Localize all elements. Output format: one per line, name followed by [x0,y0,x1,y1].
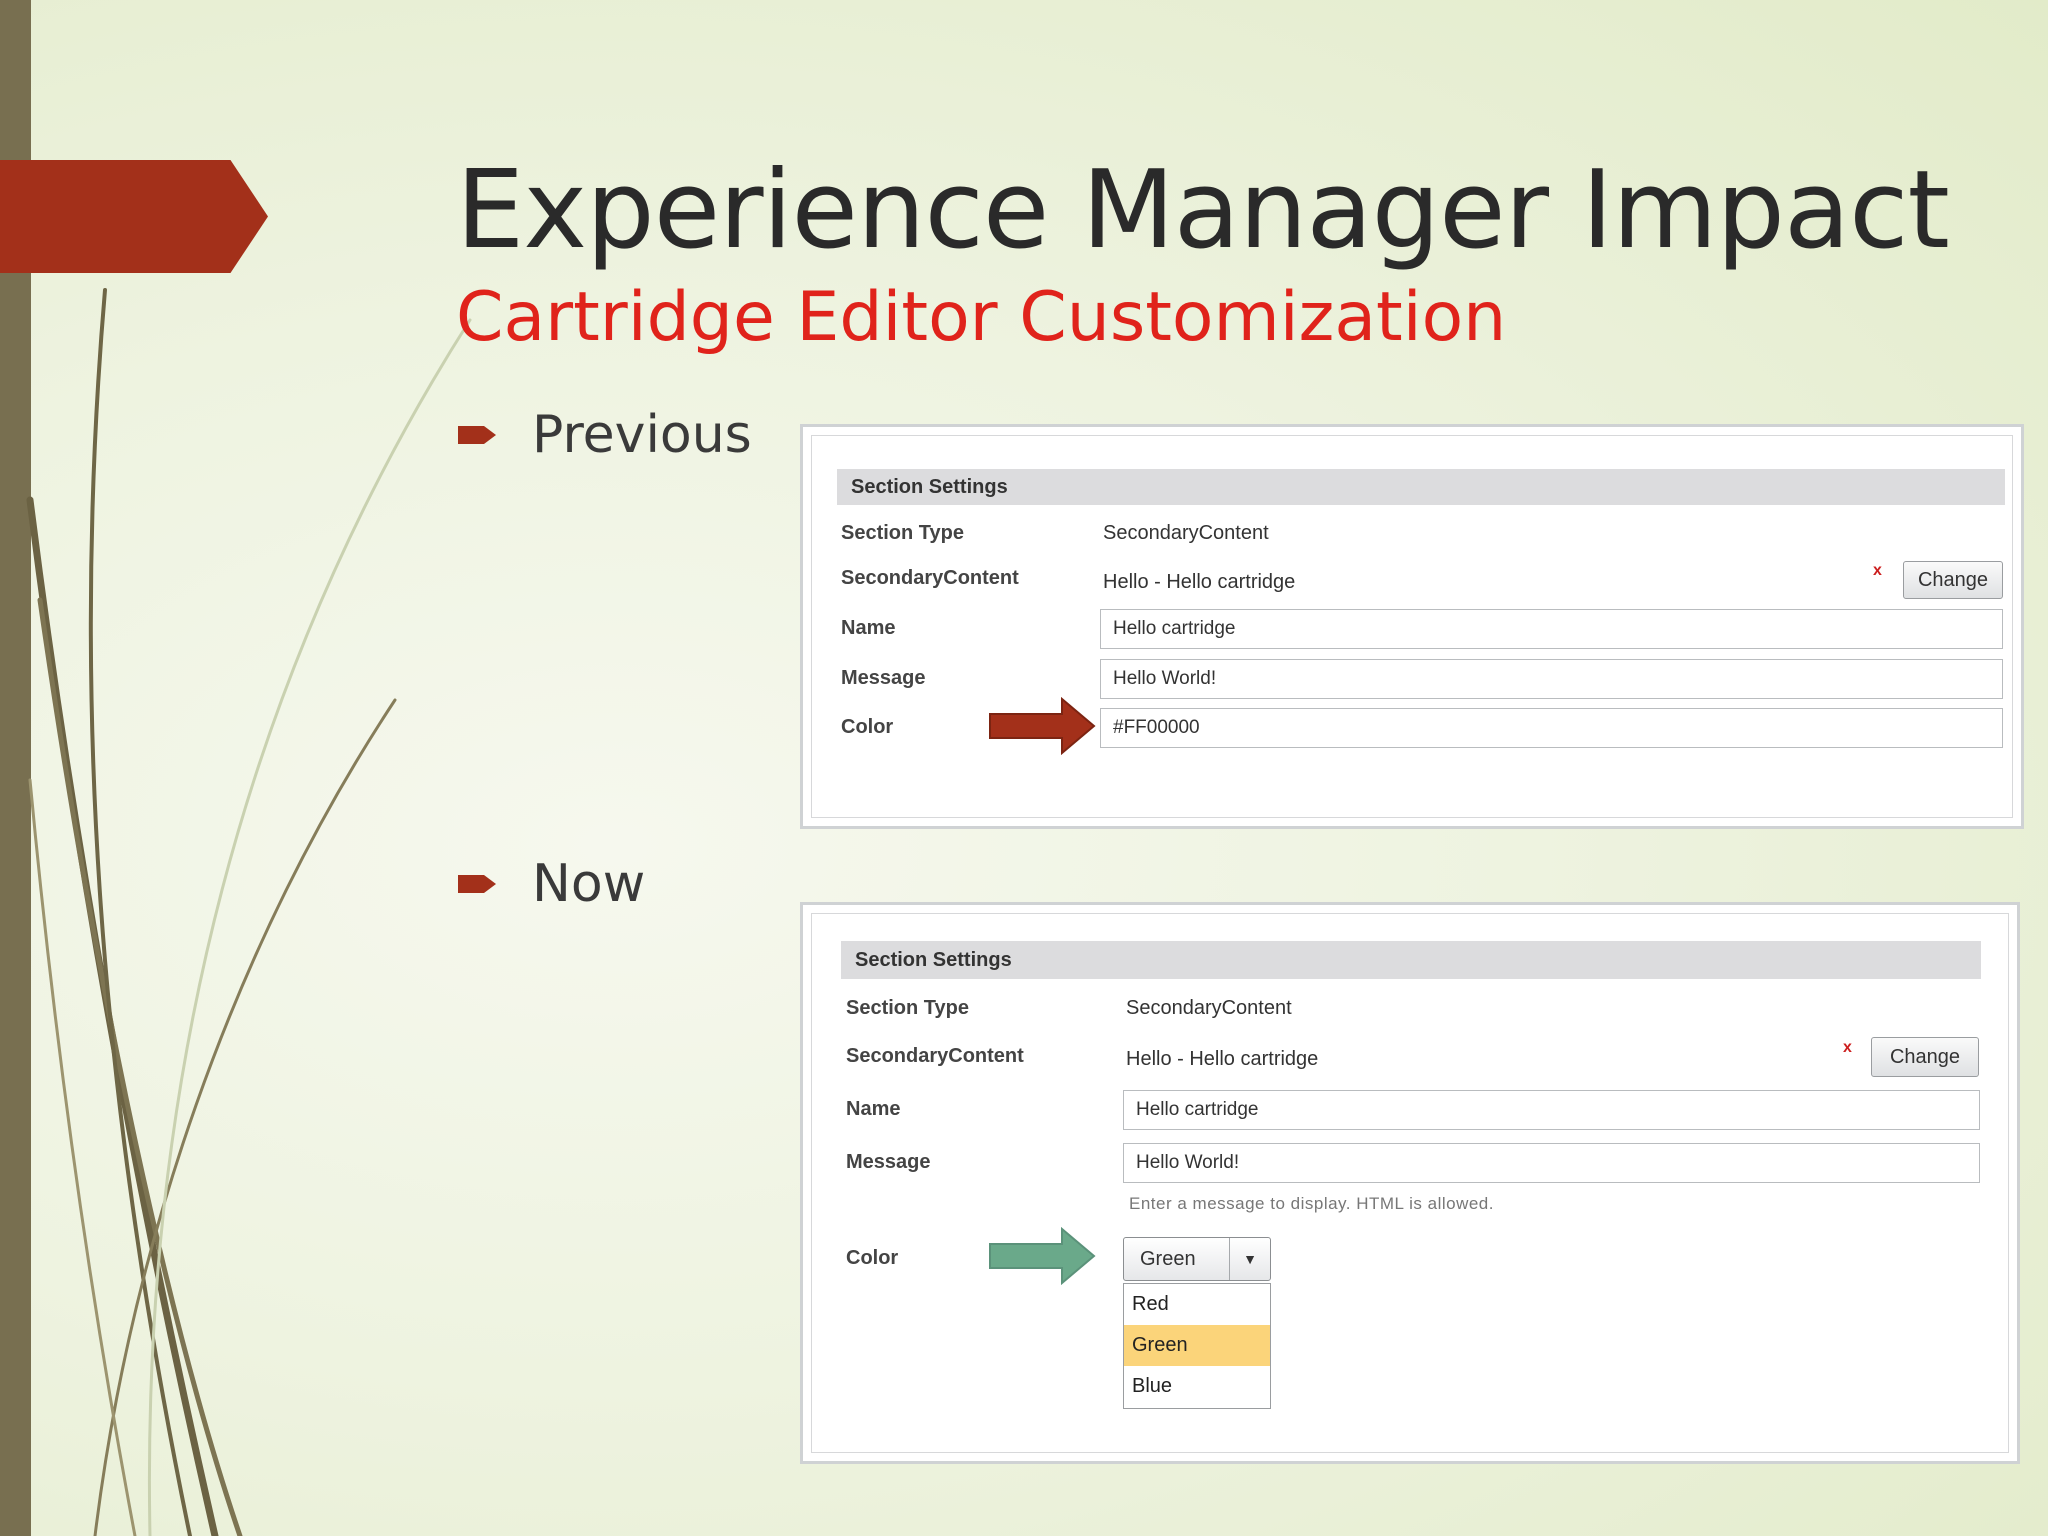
title-pointer-shape [0,160,268,273]
red-callout-arrow-icon [989,697,1096,755]
name-label: Name [841,617,896,639]
name-field[interactable]: Hello cartridge [1123,1090,1980,1130]
message-field[interactable]: Hello World! [1100,659,2003,699]
bullet-previous: Previous [458,405,752,465]
section-type-label: Section Type [846,997,969,1019]
color-dropdown[interactable]: Green ▼ [1123,1237,1271,1281]
secondary-content-label: SecondaryContent [841,567,1019,589]
secondary-content-value: Hello - Hello cartridge [1103,571,1296,593]
option-green[interactable]: Green [1124,1325,1270,1366]
name-label: Name [846,1098,901,1120]
color-text-field[interactable]: #FF00000 [1100,708,2003,748]
remove-icon[interactable]: x [1843,1039,1852,1057]
change-button[interactable]: Change [1903,561,2003,599]
change-button[interactable]: Change [1871,1037,1979,1077]
bullet-arrow-icon [458,426,496,444]
color-label: Color [841,716,894,738]
name-field[interactable]: Hello cartridge [1100,609,2003,649]
secondary-content-value: Hello - Hello cartridge [1126,1048,1319,1070]
section-type-label: Section Type [841,522,964,544]
dropdown-selected-value: Green [1140,1247,1196,1270]
option-red[interactable]: Red [1124,1284,1270,1325]
panel-border [811,913,2009,1453]
bullet-arrow-icon [458,875,496,893]
section-settings-header: Section Settings [841,941,1981,979]
green-callout-arrow-icon [989,1227,1096,1285]
bullet-label: Previous [532,405,752,465]
message-hint: Enter a message to display. HTML is allo… [1129,1194,1494,1213]
slide-title: Experience Manager Impact [456,148,1950,273]
remove-icon[interactable]: x [1873,562,1882,580]
message-label: Message [846,1151,931,1173]
message-field[interactable]: Hello World! [1123,1143,1980,1183]
section-type-value: SecondaryContent [1103,522,1269,544]
dropdown-arrow-icon[interactable]: ▼ [1229,1238,1270,1280]
message-label: Message [841,667,926,689]
section-settings-header: Section Settings [837,469,2005,505]
section-type-value: SecondaryContent [1126,997,1292,1019]
slide-subtitle: Cartridge Editor Customization [456,278,1507,357]
now-editor-panel: Section Settings Section Type SecondaryC… [800,902,2020,1464]
option-blue[interactable]: Blue [1124,1366,1270,1407]
bullet-label: Now [532,854,646,914]
color-label: Color [846,1247,899,1269]
secondary-content-label: SecondaryContent [846,1045,1024,1067]
bullet-now: Now [458,854,645,914]
color-options-menu: Red Green Blue [1123,1283,1271,1409]
previous-editor-panel: Section Settings Section Type SecondaryC… [800,424,2024,829]
